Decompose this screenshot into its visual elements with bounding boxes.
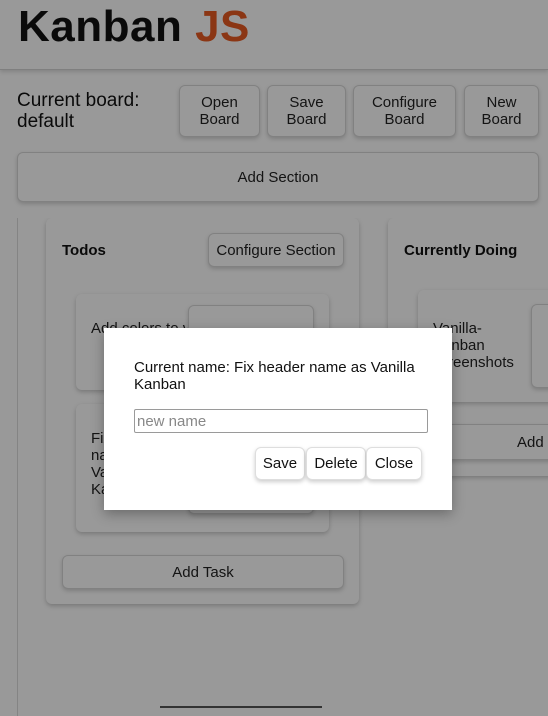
kanban-app: Kanban JS Current board: default Open Bo… <box>0 0 548 716</box>
dialog-delete-label: Delete <box>314 455 358 472</box>
dialog-delete-button[interactable]: Delete <box>306 447 366 480</box>
dialog-save-button[interactable]: Save <box>255 447 305 480</box>
dialog-message: Current name: Fix header name as Vanilla… <box>134 359 415 393</box>
rename-task-dialog: Current name: Fix header name as Vanilla… <box>104 328 452 510</box>
dialog-close-label: Close <box>374 455 414 472</box>
new-name-input[interactable] <box>134 409 428 433</box>
dialog-save-label: Save <box>262 455 298 472</box>
dialog-close-button[interactable]: Close <box>366 447 422 480</box>
